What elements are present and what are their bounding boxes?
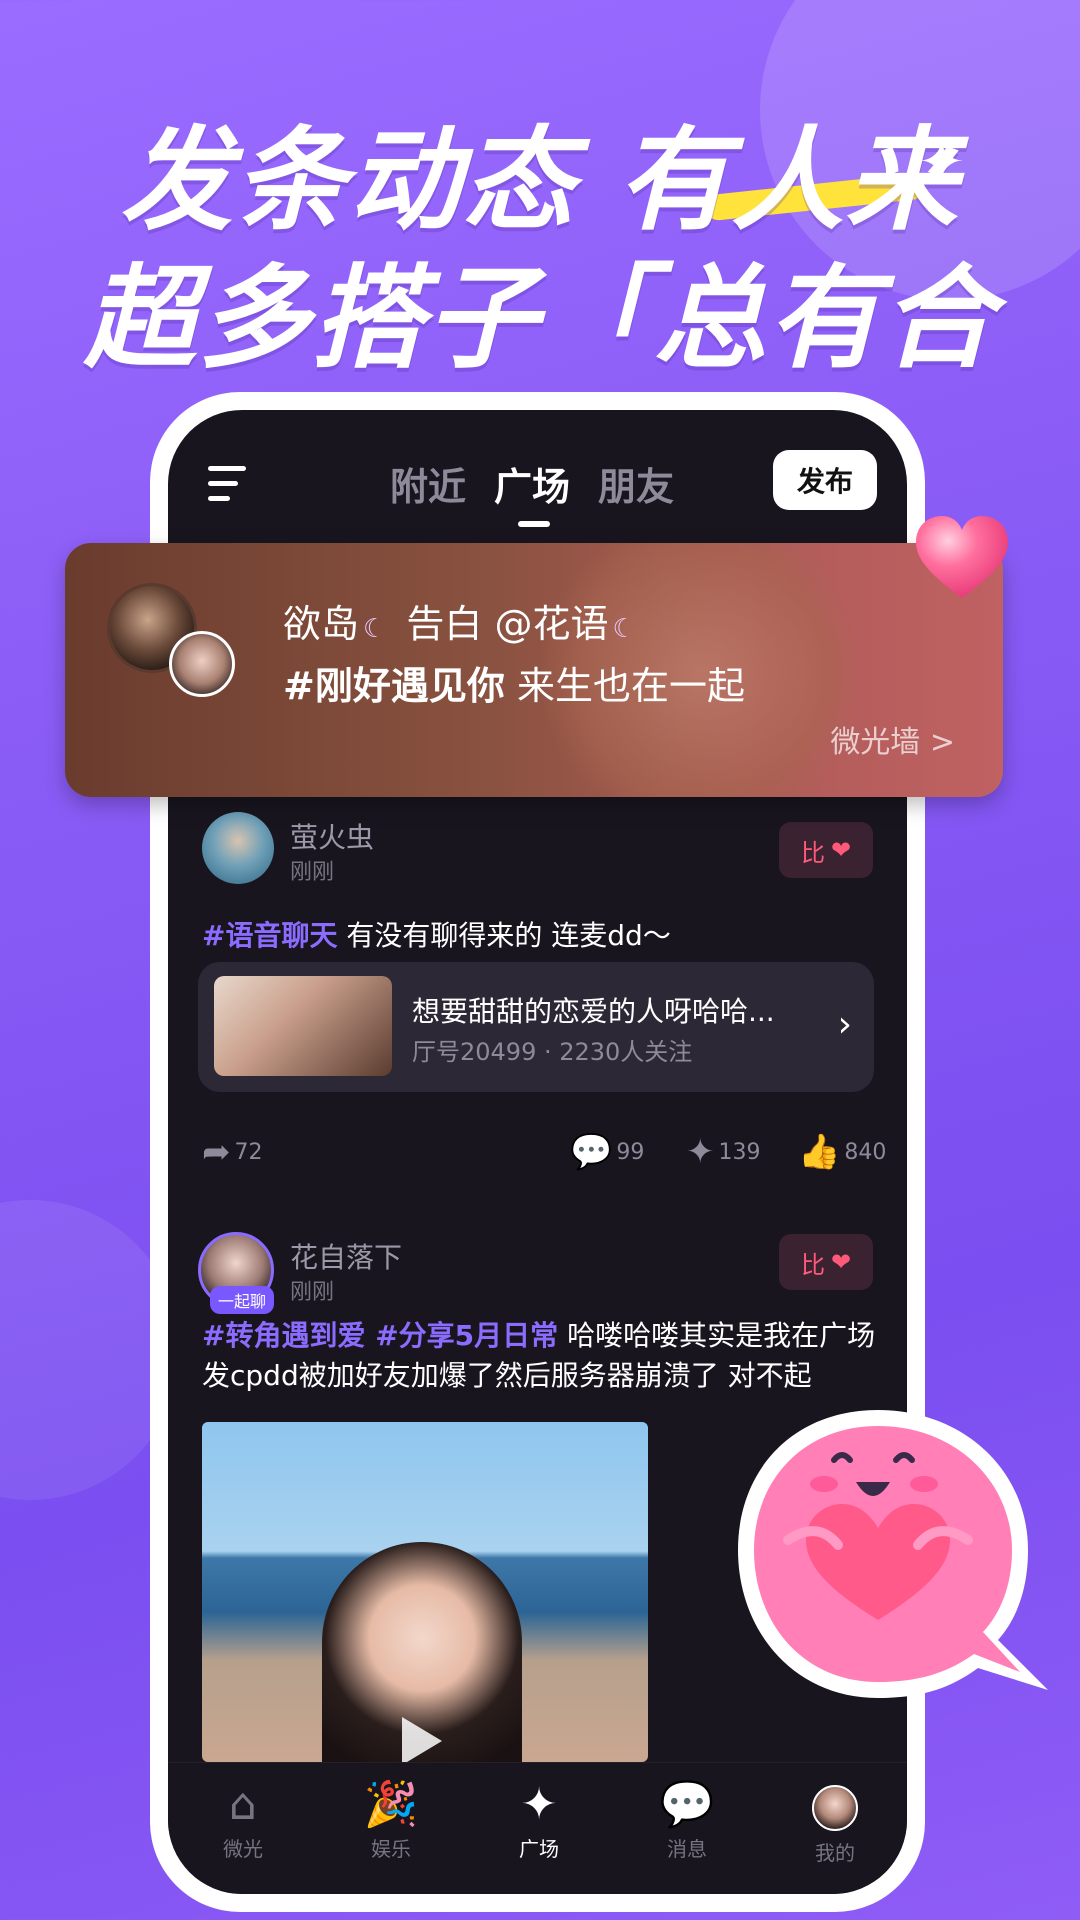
voice-room-card[interactable]: 想要甜甜的恋爱的人呀哈哈... 厅号20499 · 2230人关注 ›: [198, 962, 874, 1092]
post-text: #转角遇到爱 #分享5月日常 哈喽哈喽其实是我在广场发cpdd被加好友加爆了然后…: [202, 1316, 892, 1396]
tab-friends[interactable]: 朋友: [598, 456, 674, 511]
feed-tabs: 附近 广场 朋友: [390, 456, 674, 527]
share-count: 72: [234, 1139, 263, 1165]
room-title: 想要甜甜的恋爱的人呀哈哈...: [412, 995, 775, 1028]
banner-user-to: @花语: [494, 602, 609, 646]
banner-message: #刚好遇见你 来生也在一起: [283, 655, 745, 710]
like-count: 840: [844, 1139, 887, 1165]
thumbs-up-icon: 👍: [798, 1132, 841, 1172]
tab-square[interactable]: ✦ 广场: [494, 1777, 584, 1862]
post-actions: ➦ 72 💬 99 ✦ 139 👍 840: [202, 1132, 888, 1172]
confession-banner[interactable]: 欲岛 ☾ 告白 @花语 ☾ #刚好遇见你 来生也在一起 微光墙 >: [65, 543, 1003, 797]
tab-messages[interactable]: 💬 消息: [642, 1777, 732, 1862]
room-thumbnail: [214, 976, 392, 1076]
post-video-thumbnail[interactable]: [202, 1422, 648, 1762]
compare-heart-button[interactable]: 比 ❤: [779, 822, 873, 878]
post-time: 刚刚: [290, 1280, 335, 1305]
heart-icon: ❤: [830, 836, 852, 864]
tab-square[interactable]: 广场: [494, 456, 570, 527]
publish-button[interactable]: 发布: [773, 450, 877, 510]
chat-bubble-icon: 💬: [659, 1779, 715, 1830]
tab-entertainment[interactable]: 🎉 娱乐: [346, 1777, 436, 1862]
post-hashtag[interactable]: #语音聊天: [202, 919, 337, 952]
bottom-tab-bar: ⌂ 微光 🎉 娱乐 ✦ 广场 💬 消息 我的: [168, 1762, 907, 1894]
post-author-name[interactable]: 萤火虫: [290, 816, 374, 856]
glimmer-wall-link[interactable]: 微光墙 >: [830, 717, 955, 761]
banner-text: 来生也在一起: [516, 664, 745, 708]
tab-label: 娱乐: [371, 1837, 411, 1861]
play-icon[interactable]: [402, 1717, 442, 1762]
banner-action: 告白: [406, 602, 483, 646]
compare-label: 比: [800, 838, 825, 867]
sparkle-icon: ✦: [918, 130, 965, 195]
tab-label: 消息: [667, 1837, 707, 1861]
moon-icon: ☾: [612, 614, 636, 644]
tab-label: 微光: [223, 1837, 263, 1861]
tab-glimmer[interactable]: ⌂ 微光: [198, 1777, 288, 1862]
post-hashtag[interactable]: #转角遇到爱 #分享5月日常: [202, 1319, 558, 1352]
sparkle-icon: ✦: [686, 1132, 715, 1172]
avatar: [812, 1785, 858, 1831]
share-button[interactable]: ➦ 72: [202, 1132, 263, 1172]
mascot-sticker: [738, 1410, 1048, 1698]
sparkle-icon: ✦: [520, 1779, 558, 1830]
post-body: 有没有聊得来的 连麦dd～: [346, 919, 671, 952]
spark-count: 139: [718, 1139, 761, 1165]
heart-balloon-icon: [916, 516, 1008, 598]
post-author-name[interactable]: 花自落下: [290, 1236, 402, 1276]
like-button[interactable]: 👍 840: [798, 1132, 886, 1172]
tab-profile[interactable]: 我的: [790, 1777, 880, 1866]
avatar: [169, 631, 235, 697]
comment-button[interactable]: 💬 99: [570, 1132, 644, 1172]
room-subtitle: 厅号20499 · 2230人关注: [412, 1038, 693, 1066]
heart-icon: ❤: [830, 1248, 852, 1276]
compare-heart-button[interactable]: 比 ❤: [779, 1234, 873, 1290]
party-popper-icon: 🎉: [363, 1779, 419, 1830]
tab-nearby[interactable]: 附近: [390, 456, 466, 511]
banner-user-from: 欲岛: [283, 602, 360, 646]
home-icon: ⌂: [229, 1779, 257, 1830]
banner-headline: 欲岛 ☾ 告白 @花语 ☾: [283, 593, 644, 648]
menu-icon[interactable]: [208, 466, 248, 502]
post-time: 刚刚: [290, 860, 335, 885]
tab-label: 我的: [815, 1841, 855, 1865]
avatar[interactable]: [202, 812, 274, 884]
comment-icon: 💬: [570, 1132, 613, 1172]
comment-count: 99: [616, 1139, 645, 1165]
compare-label: 比: [800, 1250, 825, 1279]
post-text: #语音聊天 有没有聊得来的 连麦dd～: [202, 916, 902, 956]
spark-button[interactable]: ✦ 139: [686, 1132, 761, 1172]
moon-icon: ☾: [363, 614, 387, 644]
chevron-right-icon: ›: [837, 1004, 852, 1045]
share-icon: ➦: [202, 1132, 231, 1172]
chat-together-badge: 一起聊: [210, 1286, 275, 1314]
banner-hashtag: #刚好遇见你: [283, 664, 505, 708]
top-bar: 附近 广场 朋友 发布: [168, 450, 907, 530]
tab-label: 广场: [519, 1837, 559, 1861]
